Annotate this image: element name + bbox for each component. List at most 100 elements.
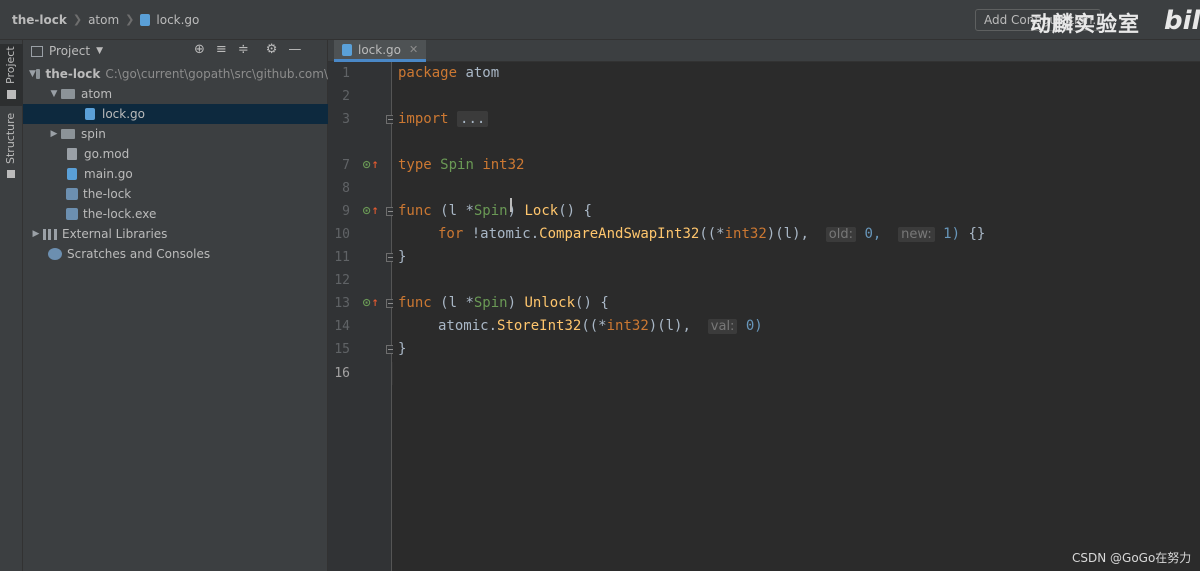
project-view-icon [31, 45, 43, 57]
bilibili-logo: bili [1164, 6, 1200, 36]
identifier: atom [465, 65, 500, 81]
keyword: func [398, 203, 432, 219]
code-line-13: func (l *Spin) Unlock() { [398, 292, 609, 315]
function-call: StoreInt32 [497, 318, 582, 334]
function-call: CompareAndSwapInt32 [539, 226, 700, 242]
code-line-15: } [398, 338, 406, 361]
line-number: 10 [334, 227, 350, 242]
implemented-marker-icon[interactable]: ⊙↑ [362, 204, 379, 217]
folder-icon [61, 129, 75, 139]
punctuation: {} [968, 226, 986, 242]
keyword: func [398, 295, 432, 311]
function-name: Unlock [524, 295, 576, 311]
code-line-1: package atom [398, 62, 499, 85]
go-file-icon [342, 43, 352, 56]
chevron-down-icon[interactable]: ▼ [96, 46, 103, 56]
identifier: !atomic. [471, 226, 540, 242]
tree-item-main-go[interactable]: main.go [23, 164, 328, 184]
punctuation: )(l), [648, 318, 691, 334]
line-number: 11 [334, 250, 350, 265]
tab-project-tool-window[interactable]: Project [0, 44, 23, 106]
tree-item-label: External Libraries [62, 227, 168, 241]
code-line-9: func (l *Spin) Lock() { [398, 200, 592, 223]
tree-item-external-libraries[interactable]: ▶ External Libraries [23, 224, 328, 244]
line-number: 14 [334, 319, 350, 334]
structure-tab-label: Structure [4, 112, 17, 164]
punctuation: ((* [581, 318, 607, 334]
closing-brace: } [398, 341, 407, 357]
implemented-marker-icon[interactable]: ⊙↑ [362, 158, 379, 171]
expand-all-icon[interactable]: ≡ [216, 42, 227, 57]
tree-item-the-lock-binary[interactable]: the-lock [23, 184, 328, 204]
tree-item-go-mod[interactable]: go.mod [23, 144, 328, 164]
tree-item-scratches[interactable]: Scratches and Consoles [23, 244, 328, 264]
tree-item-label: main.go [84, 167, 133, 181]
parameter-hint: new: [898, 227, 935, 242]
chevron-right-icon[interactable]: ▶ [29, 229, 43, 239]
tree-item-label: lock.go [102, 107, 145, 121]
breadcrumb-separator: ❯ [72, 13, 83, 26]
keyword: package [398, 65, 458, 81]
code-line-3: import ... [398, 108, 489, 131]
tree-item-atom[interactable]: ▼ atom [23, 84, 328, 104]
type-name: Spin [473, 203, 508, 219]
line-number: 3 [342, 112, 350, 127]
tab-lock-go[interactable]: lock.go ✕ [334, 40, 427, 62]
function-name: Lock [524, 203, 559, 219]
structure-tool-icon [7, 170, 15, 178]
chevron-right-icon[interactable]: ▶ [47, 129, 61, 139]
libraries-icon [43, 228, 57, 240]
folder-icon [35, 69, 40, 79]
project-view-title[interactable]: Project [49, 44, 90, 58]
chevron-down-icon[interactable]: ▼ [29, 69, 36, 79]
locate-icon[interactable]: ⊕ [194, 42, 205, 57]
csdn-watermark: CSDN @GoGo在努力 [1072, 551, 1192, 565]
tree-item-spin[interactable]: ▶ spin [23, 124, 328, 144]
type-keyword: int32 [724, 226, 767, 242]
code-line-11: } [398, 246, 406, 269]
breadcrumb-file[interactable]: lock.go [156, 13, 199, 27]
tree-item-label: the-lock [83, 187, 132, 201]
tree-item-the-lock[interactable]: ▼ the-lock C:\go\current\gopath\src\gith… [23, 64, 328, 84]
punctuation: )(l), [766, 226, 809, 242]
type-keyword: int32 [606, 318, 649, 334]
tree-item-label: Scratches and Consoles [67, 247, 211, 261]
tree-item-the-lock-exe[interactable]: the-lock.exe [23, 204, 328, 224]
go-file-icon [140, 13, 151, 26]
navigation-bar: the-lock ❯ atom ❯ lock.go Add Configurat… [0, 0, 1200, 40]
watermark-text: 动麟实验室 [1030, 12, 1140, 36]
breadcrumb-project[interactable]: the-lock [12, 13, 67, 27]
gear-icon[interactable]: ⚙ [266, 42, 278, 57]
code-line-14: atomic.StoreInt32((*int32)(l), val: 0) [438, 315, 763, 338]
identifier: atomic. [438, 318, 498, 334]
type-name: Spin [440, 157, 474, 173]
tree-item-lock-go[interactable]: lock.go [23, 104, 328, 124]
implemented-marker-icon[interactable]: ⊙↑ [362, 296, 379, 309]
folded-imports[interactable]: ... [457, 111, 489, 127]
project-panel: Project ▼ ⊕ ≡ ≑ ⚙ — ▼ the-lock C:\go\cur… [23, 40, 328, 571]
go-file-icon [85, 108, 95, 120]
type-name: Spin [473, 295, 508, 311]
breadcrumb-folder[interactable]: atom [88, 13, 119, 27]
project-tool-icon [7, 90, 16, 99]
tree-item-label: the-lock [45, 67, 101, 81]
mod-file-icon [67, 148, 77, 160]
code-line-7: type Spin int32 [398, 154, 524, 177]
code-line-10: for !atomic.CompareAndSwapInt32((*int32)… [438, 223, 985, 246]
editor-tab-bar: lock.go ✕ [328, 40, 1200, 62]
chevron-down-icon[interactable]: ▼ [47, 89, 61, 99]
collapse-all-icon[interactable]: ≑ [238, 42, 249, 57]
breadcrumb: the-lock ❯ atom ❯ lock.go [0, 0, 199, 40]
keyword: import [398, 111, 449, 127]
line-number: 9 [342, 204, 350, 219]
line-number: 13 [334, 296, 350, 311]
line-number: 7 [342, 158, 350, 173]
close-icon[interactable]: ✕ [409, 43, 418, 56]
tab-structure-tool-window[interactable]: Structure [0, 112, 23, 184]
tree-item-label: spin [81, 127, 106, 141]
code-editor[interactable]: package atom import ... type Spin int32 … [393, 62, 1200, 571]
tab-label: lock.go [358, 42, 401, 57]
project-tab-label: Project [4, 46, 17, 84]
line-number-current: 16 [334, 366, 350, 381]
minimize-icon[interactable]: — [288, 42, 301, 57]
